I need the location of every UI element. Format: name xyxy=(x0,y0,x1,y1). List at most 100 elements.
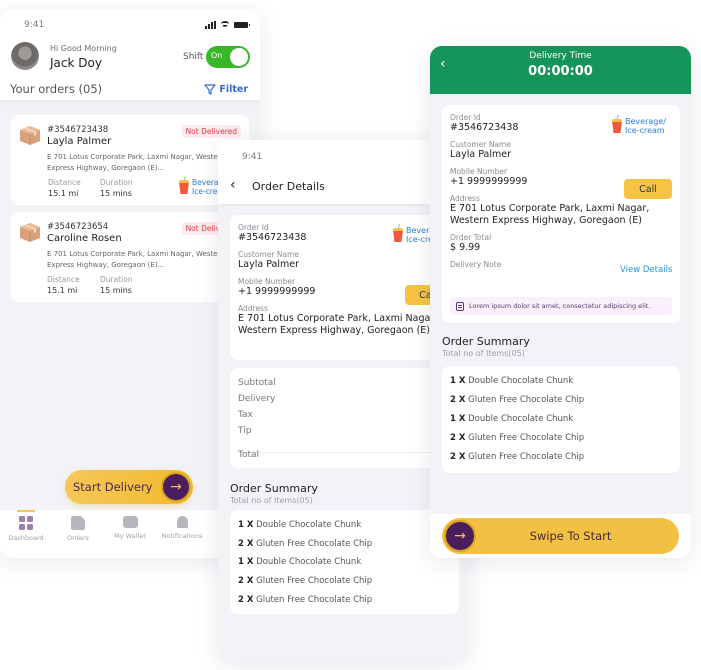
nav-orders[interactable]: Orders xyxy=(48,516,108,542)
order-item: 1 X Double Chocolate Chunk xyxy=(238,520,362,530)
tax-label: Tax xyxy=(238,410,253,420)
arrow-right-icon: → xyxy=(161,472,191,502)
toggle-knob xyxy=(230,48,248,66)
customer-name: Layla Palmer xyxy=(47,136,112,147)
note-icon xyxy=(456,301,464,311)
customer-name: Caroline Rosen xyxy=(47,233,122,244)
status-time: 9:41 xyxy=(24,20,45,30)
start-delivery-button[interactable]: Start Delivery → xyxy=(65,470,193,504)
dashboard-icon xyxy=(19,516,33,530)
delivery-note: Lorem ipsum dolor sit amet, consectetur … xyxy=(450,297,672,315)
nav-wallet-label: My Wallet xyxy=(114,532,146,540)
wallet-icon xyxy=(122,516,138,528)
distance-label: Distance xyxy=(47,275,80,284)
status-badge: Not Delivered xyxy=(181,125,241,138)
orders-title: Your orders (05) xyxy=(10,82,103,96)
swipe-bar: → Swipe To Start xyxy=(430,514,691,558)
status-time: 9:41 xyxy=(242,152,263,162)
total-label: Total xyxy=(238,450,260,460)
order-summary-title: Order Summary xyxy=(442,335,530,348)
view-details-link[interactable]: View Details xyxy=(620,265,672,275)
shift-toggle[interactable]: On xyxy=(206,46,250,68)
order-item: 2 X Gluten Free Chocolate Chip xyxy=(450,452,585,462)
order-item: 1 X Double Chocolate Chunk xyxy=(450,414,574,424)
duration-value: 15 mins xyxy=(100,189,132,198)
order-total: $ 9.99 xyxy=(450,242,481,253)
avatar[interactable] xyxy=(11,42,39,70)
duration-label: Duration xyxy=(100,178,133,187)
orders-header: Your orders (05) Filter xyxy=(10,82,248,96)
package-icon xyxy=(20,223,40,242)
nav-notifications-label: Notifications xyxy=(161,532,203,540)
status-bar: 9:41 xyxy=(24,20,250,30)
order-item: 2 X Gluten Free Chocolate Chip xyxy=(238,595,373,605)
delivery-note-text: Lorem ipsum dolor sit amet, consectetur … xyxy=(469,302,651,310)
order-item: 1 X Double Chocolate Chunk xyxy=(238,557,362,567)
back-button[interactable]: ‹ xyxy=(230,177,236,193)
user-name: Jack Doy xyxy=(50,56,102,70)
delivery-timer: 00:00:00 xyxy=(528,64,593,79)
signal-icon xyxy=(205,21,216,29)
order-id: #3546723438 xyxy=(47,125,109,135)
distance-value: 15.1 mi xyxy=(48,189,79,198)
greeting: Hi Good Morning xyxy=(50,44,117,53)
customer-name: Layla Palmer xyxy=(450,149,511,160)
delivery-info-card: Order Id #3546723438 Customer Name Layla… xyxy=(442,105,680,323)
subtotal-row: Subtotal$ xyxy=(238,378,450,388)
order-item: 2 X Gluten Free Chocolate Chip xyxy=(238,576,373,586)
call-label: Call xyxy=(639,183,657,195)
nav-orders-label: Orders xyxy=(67,534,89,542)
shift-toggle-state: On xyxy=(211,51,223,60)
subtotal-label: Subtotal xyxy=(238,378,276,388)
battery-icon xyxy=(234,22,250,28)
delivery-header: ‹ Delivery Time 00:00:00 xyxy=(430,46,691,94)
distance-label: Distance xyxy=(48,178,81,187)
delivery-label: Delivery xyxy=(238,394,276,404)
swipe-to-start-slider[interactable]: → Swipe To Start xyxy=(442,518,679,554)
filter-label: Filter xyxy=(219,83,248,95)
beverage-cup-icon xyxy=(612,115,622,133)
order-item: 2 X Gluten Free Chocolate Chip xyxy=(450,395,585,405)
order-item: 2 X Gluten Free Chocolate Chip xyxy=(450,433,585,443)
nav-wallet[interactable]: My Wallet xyxy=(100,516,160,540)
mobile-label: Mobile Number xyxy=(450,167,508,176)
order-address: E 701 Lotus Corporate Park, Laxmi Nagar,… xyxy=(47,250,225,269)
start-delivery-label: Start Delivery xyxy=(73,480,153,494)
order-address: E 701 Lotus Corporate Park, Laxmi Nagar,… xyxy=(47,153,225,172)
package-icon xyxy=(20,126,40,145)
duration-label: Duration xyxy=(100,275,133,284)
total-row: Total$ xyxy=(238,450,450,460)
swipe-label: Swipe To Start xyxy=(529,529,612,543)
order-item: 1 X Double Chocolate Chunk xyxy=(450,376,574,386)
distance-value: 15.1 mi xyxy=(47,286,78,295)
category-line1: Beverage/ xyxy=(625,117,666,126)
bell-icon xyxy=(176,516,188,528)
order-summary-subtitle: Total no of Items(05) xyxy=(442,349,525,358)
address: E 701 Lotus Corporate Park, Laxmi Nagar,… xyxy=(450,203,650,226)
tax-row: Tax$ xyxy=(238,410,450,420)
address-label: Address xyxy=(238,304,268,313)
order-card[interactable]: #3546723654 Caroline Rosen Not Delivered… xyxy=(11,212,249,302)
customer-label: Customer Name xyxy=(450,140,511,149)
shift-label: Shift xyxy=(183,52,204,62)
order-summary-title: Order Summary xyxy=(230,482,318,495)
nav-notifications[interactable]: Notifications xyxy=(152,516,212,540)
category-line2: Ice-cream xyxy=(625,126,665,135)
order-items-card: 1 X Double Chocolate Chunk 2 X Gluten Fr… xyxy=(442,366,680,473)
category-tag: Beverage/Ice-cream xyxy=(612,115,666,135)
order-card[interactable]: #3546723438 Layla Palmer Not Delivered E… xyxy=(11,115,249,205)
nav-dashboard-label: Dashboard xyxy=(8,534,44,542)
order-summary-subtitle: Total no of Items(05) xyxy=(230,496,313,505)
tip-label: Tip xyxy=(238,426,252,436)
beverage-cup-icon xyxy=(393,224,403,242)
call-button[interactable]: Call xyxy=(624,179,672,199)
orders-icon xyxy=(71,516,85,530)
order-item: 2 X Gluten Free Chocolate Chip xyxy=(238,539,373,549)
order-items-card: 1 X Double Chocolate Chunk 2 X Gluten Fr… xyxy=(230,510,459,614)
tip-row: Tip$ xyxy=(238,426,450,436)
delivery-time-label: Delivery Time xyxy=(529,51,592,61)
duration-value: 15 mins xyxy=(100,286,132,295)
delivery-screen: ‹ Delivery Time 00:00:00 Order Id #35467… xyxy=(430,46,691,558)
filter-button[interactable]: Filter xyxy=(204,84,248,95)
order-total-label: Order Total xyxy=(450,233,492,242)
